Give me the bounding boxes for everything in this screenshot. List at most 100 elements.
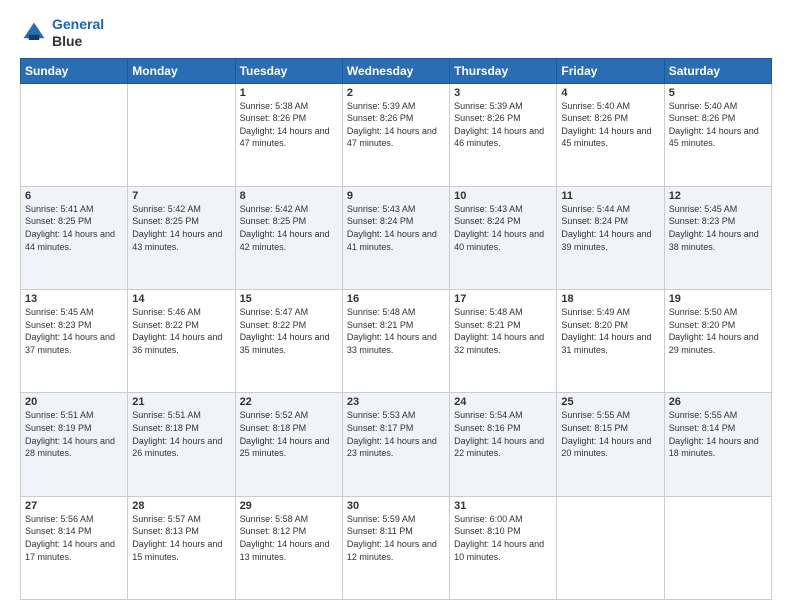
day-number: 14 xyxy=(132,293,230,305)
day-info: Sunrise: 5:39 AMSunset: 8:26 PMDaylight:… xyxy=(347,100,445,150)
day-info: Sunrise: 5:44 AMSunset: 8:24 PMDaylight:… xyxy=(561,203,659,253)
day-info: Sunrise: 5:41 AMSunset: 8:25 PMDaylight:… xyxy=(25,203,123,253)
day-info: Sunrise: 5:56 AMSunset: 8:14 PMDaylight:… xyxy=(25,513,123,563)
day-number: 30 xyxy=(347,500,445,512)
day-info: Sunrise: 5:49 AMSunset: 8:20 PMDaylight:… xyxy=(561,306,659,356)
day-number: 11 xyxy=(561,190,659,202)
day-cell xyxy=(557,496,664,599)
day-cell: 17Sunrise: 5:48 AMSunset: 8:21 PMDayligh… xyxy=(450,290,557,393)
day-info: Sunrise: 5:46 AMSunset: 8:22 PMDaylight:… xyxy=(132,306,230,356)
day-number: 24 xyxy=(454,396,552,408)
calendar-table: SundayMondayTuesdayWednesdayThursdayFrid… xyxy=(20,58,772,600)
day-number: 17 xyxy=(454,293,552,305)
day-cell: 12Sunrise: 5:45 AMSunset: 8:23 PMDayligh… xyxy=(664,186,771,289)
day-info: Sunrise: 5:58 AMSunset: 8:12 PMDaylight:… xyxy=(240,513,338,563)
header: General Blue xyxy=(20,16,772,50)
day-info: Sunrise: 5:55 AMSunset: 8:15 PMDaylight:… xyxy=(561,409,659,459)
page: General Blue SundayMondayTuesdayWednesda… xyxy=(0,0,792,612)
col-header-wednesday: Wednesday xyxy=(342,58,449,83)
day-number: 28 xyxy=(132,500,230,512)
day-number: 6 xyxy=(25,190,123,202)
day-cell xyxy=(21,83,128,186)
day-info: Sunrise: 5:38 AMSunset: 8:26 PMDaylight:… xyxy=(240,100,338,150)
day-info: Sunrise: 5:50 AMSunset: 8:20 PMDaylight:… xyxy=(669,306,767,356)
day-cell: 10Sunrise: 5:43 AMSunset: 8:24 PMDayligh… xyxy=(450,186,557,289)
day-cell: 5Sunrise: 5:40 AMSunset: 8:26 PMDaylight… xyxy=(664,83,771,186)
col-header-sunday: Sunday xyxy=(21,58,128,83)
day-cell: 11Sunrise: 5:44 AMSunset: 8:24 PMDayligh… xyxy=(557,186,664,289)
day-cell: 28Sunrise: 5:57 AMSunset: 8:13 PMDayligh… xyxy=(128,496,235,599)
day-cell: 1Sunrise: 5:38 AMSunset: 8:26 PMDaylight… xyxy=(235,83,342,186)
day-info: Sunrise: 5:53 AMSunset: 8:17 PMDaylight:… xyxy=(347,409,445,459)
day-number: 27 xyxy=(25,500,123,512)
day-cell: 21Sunrise: 5:51 AMSunset: 8:18 PMDayligh… xyxy=(128,393,235,496)
day-info: Sunrise: 5:57 AMSunset: 8:13 PMDaylight:… xyxy=(132,513,230,563)
day-cell: 8Sunrise: 5:42 AMSunset: 8:25 PMDaylight… xyxy=(235,186,342,289)
day-cell xyxy=(128,83,235,186)
day-number: 25 xyxy=(561,396,659,408)
logo-text: General Blue xyxy=(52,16,104,50)
day-info: Sunrise: 5:52 AMSunset: 8:18 PMDaylight:… xyxy=(240,409,338,459)
day-number: 31 xyxy=(454,500,552,512)
day-cell: 13Sunrise: 5:45 AMSunset: 8:23 PMDayligh… xyxy=(21,290,128,393)
day-cell: 24Sunrise: 5:54 AMSunset: 8:16 PMDayligh… xyxy=(450,393,557,496)
day-cell: 4Sunrise: 5:40 AMSunset: 8:26 PMDaylight… xyxy=(557,83,664,186)
day-info: Sunrise: 5:42 AMSunset: 8:25 PMDaylight:… xyxy=(240,203,338,253)
col-header-tuesday: Tuesday xyxy=(235,58,342,83)
day-info: Sunrise: 5:39 AMSunset: 8:26 PMDaylight:… xyxy=(454,100,552,150)
day-number: 1 xyxy=(240,87,338,99)
day-cell: 16Sunrise: 5:48 AMSunset: 8:21 PMDayligh… xyxy=(342,290,449,393)
day-cell: 19Sunrise: 5:50 AMSunset: 8:20 PMDayligh… xyxy=(664,290,771,393)
col-header-saturday: Saturday xyxy=(664,58,771,83)
day-info: Sunrise: 5:48 AMSunset: 8:21 PMDaylight:… xyxy=(454,306,552,356)
day-number: 22 xyxy=(240,396,338,408)
day-number: 23 xyxy=(347,396,445,408)
day-number: 16 xyxy=(347,293,445,305)
day-cell: 2Sunrise: 5:39 AMSunset: 8:26 PMDaylight… xyxy=(342,83,449,186)
week-row-2: 6Sunrise: 5:41 AMSunset: 8:25 PMDaylight… xyxy=(21,186,772,289)
week-row-3: 13Sunrise: 5:45 AMSunset: 8:23 PMDayligh… xyxy=(21,290,772,393)
day-info: Sunrise: 5:45 AMSunset: 8:23 PMDaylight:… xyxy=(669,203,767,253)
col-header-friday: Friday xyxy=(557,58,664,83)
day-info: Sunrise: 5:45 AMSunset: 8:23 PMDaylight:… xyxy=(25,306,123,356)
day-number: 15 xyxy=(240,293,338,305)
day-cell xyxy=(664,496,771,599)
day-cell: 6Sunrise: 5:41 AMSunset: 8:25 PMDaylight… xyxy=(21,186,128,289)
week-row-1: 1Sunrise: 5:38 AMSunset: 8:26 PMDaylight… xyxy=(21,83,772,186)
day-cell: 14Sunrise: 5:46 AMSunset: 8:22 PMDayligh… xyxy=(128,290,235,393)
day-info: Sunrise: 5:43 AMSunset: 8:24 PMDaylight:… xyxy=(454,203,552,253)
day-info: Sunrise: 5:40 AMSunset: 8:26 PMDaylight:… xyxy=(669,100,767,150)
logo-icon xyxy=(20,19,48,47)
day-info: Sunrise: 5:43 AMSunset: 8:24 PMDaylight:… xyxy=(347,203,445,253)
day-number: 2 xyxy=(347,87,445,99)
day-cell: 3Sunrise: 5:39 AMSunset: 8:26 PMDaylight… xyxy=(450,83,557,186)
day-cell: 23Sunrise: 5:53 AMSunset: 8:17 PMDayligh… xyxy=(342,393,449,496)
day-info: Sunrise: 5:51 AMSunset: 8:18 PMDaylight:… xyxy=(132,409,230,459)
day-cell: 25Sunrise: 5:55 AMSunset: 8:15 PMDayligh… xyxy=(557,393,664,496)
week-row-5: 27Sunrise: 5:56 AMSunset: 8:14 PMDayligh… xyxy=(21,496,772,599)
week-row-4: 20Sunrise: 5:51 AMSunset: 8:19 PMDayligh… xyxy=(21,393,772,496)
day-number: 21 xyxy=(132,396,230,408)
day-cell: 31Sunrise: 6:00 AMSunset: 8:10 PMDayligh… xyxy=(450,496,557,599)
day-cell: 29Sunrise: 5:58 AMSunset: 8:12 PMDayligh… xyxy=(235,496,342,599)
day-info: Sunrise: 5:59 AMSunset: 8:11 PMDaylight:… xyxy=(347,513,445,563)
day-number: 13 xyxy=(25,293,123,305)
day-number: 9 xyxy=(347,190,445,202)
day-cell: 30Sunrise: 5:59 AMSunset: 8:11 PMDayligh… xyxy=(342,496,449,599)
day-info: Sunrise: 6:00 AMSunset: 8:10 PMDaylight:… xyxy=(454,513,552,563)
day-number: 26 xyxy=(669,396,767,408)
day-info: Sunrise: 5:55 AMSunset: 8:14 PMDaylight:… xyxy=(669,409,767,459)
day-number: 3 xyxy=(454,87,552,99)
day-info: Sunrise: 5:48 AMSunset: 8:21 PMDaylight:… xyxy=(347,306,445,356)
day-number: 10 xyxy=(454,190,552,202)
day-cell: 20Sunrise: 5:51 AMSunset: 8:19 PMDayligh… xyxy=(21,393,128,496)
col-header-monday: Monday xyxy=(128,58,235,83)
day-cell: 9Sunrise: 5:43 AMSunset: 8:24 PMDaylight… xyxy=(342,186,449,289)
day-cell: 22Sunrise: 5:52 AMSunset: 8:18 PMDayligh… xyxy=(235,393,342,496)
day-number: 19 xyxy=(669,293,767,305)
day-cell: 15Sunrise: 5:47 AMSunset: 8:22 PMDayligh… xyxy=(235,290,342,393)
logo: General Blue xyxy=(20,16,104,50)
day-number: 7 xyxy=(132,190,230,202)
day-number: 20 xyxy=(25,396,123,408)
day-cell: 26Sunrise: 5:55 AMSunset: 8:14 PMDayligh… xyxy=(664,393,771,496)
